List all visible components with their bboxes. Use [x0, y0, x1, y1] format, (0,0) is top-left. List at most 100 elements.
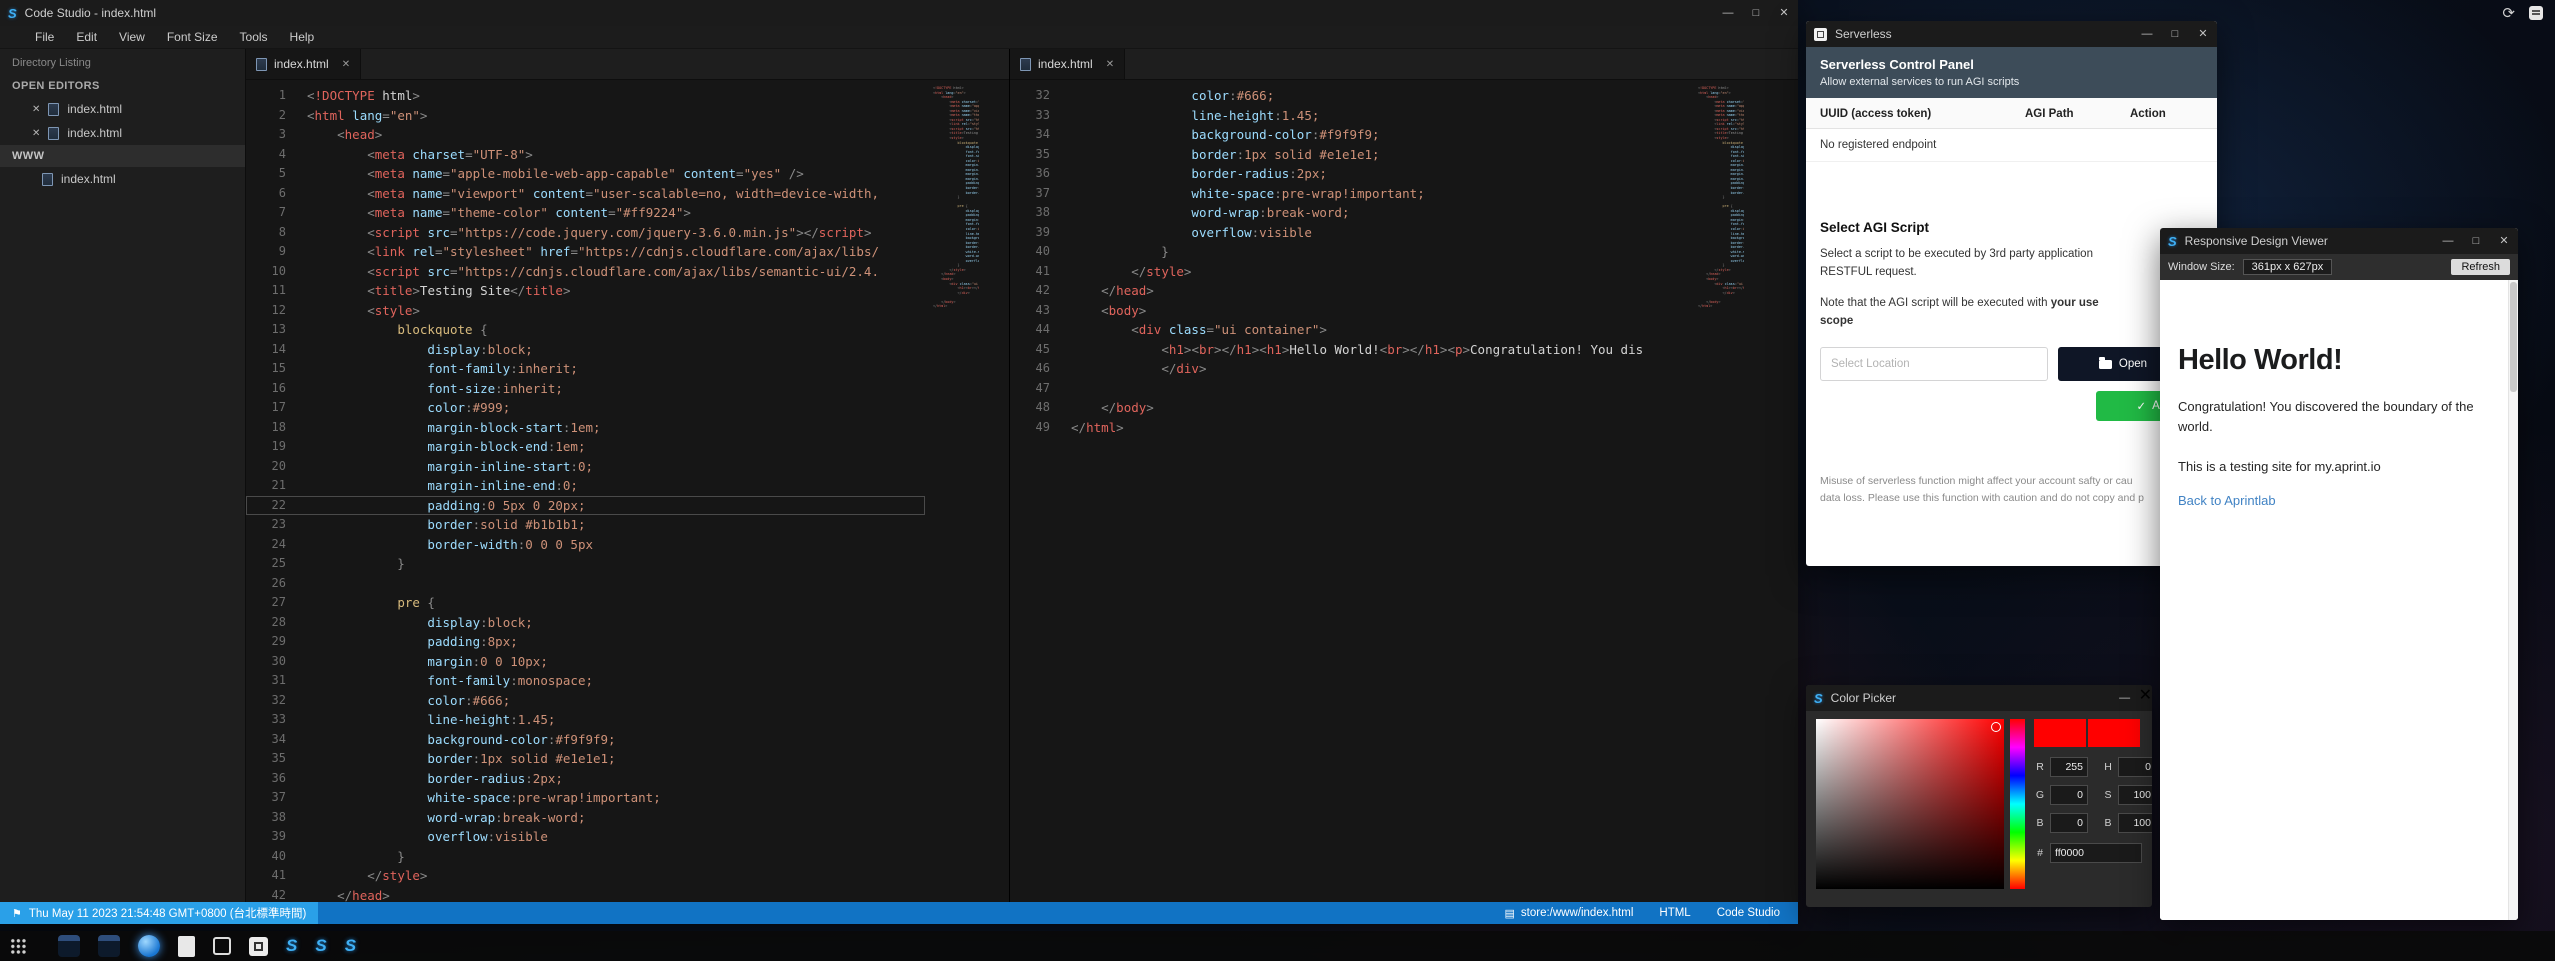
code-line[interactable]: 22 padding:0 5px 0 20px;: [246, 496, 925, 516]
menu-view[interactable]: View: [108, 26, 156, 48]
close-icon[interactable]: ✕: [2189, 21, 2217, 47]
code-line[interactable]: 38 word-wrap:break-word;: [1010, 203, 1714, 223]
minimize-icon[interactable]: —: [2111, 685, 2139, 711]
code-line[interactable]: 31 font-family:monospace;: [246, 671, 925, 691]
code-studio-icon[interactable]: S: [286, 935, 297, 957]
minimap[interactable]: <!DOCTYPE html><html lang="en"> <head> <…: [933, 86, 979, 309]
menu-file[interactable]: File: [24, 26, 65, 48]
red-input[interactable]: [2050, 757, 2088, 777]
minimize-icon[interactable]: —: [2434, 228, 2462, 254]
code-line[interactable]: 5 <meta name="apple-mobile-web-app-capab…: [246, 164, 925, 184]
code-line[interactable]: 11 <title>Testing Site</title>: [246, 281, 925, 301]
code-line[interactable]: 3 <head>: [246, 125, 925, 145]
tab-close-icon[interactable]: ✕: [1106, 59, 1114, 70]
code-line[interactable]: 27 pre {: [246, 593, 925, 613]
code-line[interactable]: 28 display:block;: [246, 613, 925, 633]
code-line[interactable]: 48 </body>: [1010, 398, 1714, 418]
minimap[interactable]: <!DOCTYPE html><html lang="en"> <head> <…: [1698, 86, 1744, 309]
code-line[interactable]: 35 border:1px solid #e1e1e1;: [1010, 145, 1714, 165]
code-line[interactable]: 39 overflow:visible: [1010, 223, 1714, 243]
sidebar-item-index.html[interactable]: ✕index.html: [0, 97, 245, 121]
minimize-icon[interactable]: —: [2133, 21, 2161, 47]
close-icon[interactable]: ✕: [1770, 0, 1798, 26]
code-line[interactable]: 12 <style>: [246, 301, 925, 321]
code-line[interactable]: 20 margin-inline-start:0;: [246, 457, 925, 477]
sidebar-item-index.html[interactable]: index.html: [0, 167, 245, 191]
green-input[interactable]: [2050, 785, 2088, 805]
viewer-titlebar[interactable]: S Responsive Design Viewer — □ ✕: [2160, 228, 2518, 254]
code-line[interactable]: 9 <link rel="stylesheet" href="https://c…: [246, 242, 925, 262]
code-line[interactable]: 40 }: [246, 847, 925, 867]
picker-titlebar[interactable]: S Color Picker — ✕: [1806, 685, 2152, 711]
status-file-path[interactable]: ▤ store:/www/index.html: [1505, 907, 1634, 920]
code-line[interactable]: 36 border-radius:2px;: [246, 769, 925, 789]
select-location-input[interactable]: [1820, 347, 2048, 381]
brightness-input[interactable]: [2118, 813, 2152, 833]
code-line[interactable]: 46 </div>: [1010, 359, 1714, 379]
browser-app-icon[interactable]: [138, 935, 160, 957]
desktop-widget-icon[interactable]: [2529, 6, 2543, 20]
terminal-app-icon[interactable]: [98, 935, 120, 957]
serverless-titlebar[interactable]: Serverless — □ ✕: [1806, 21, 2217, 47]
close-editor-icon[interactable]: ✕: [32, 104, 40, 115]
hue-input[interactable]: [2118, 757, 2152, 777]
tab-index-html[interactable]: index.html ✕: [246, 49, 361, 79]
tab-close-icon[interactable]: ✕: [342, 59, 350, 70]
code-line[interactable]: 33 line-height:1.45;: [1010, 106, 1714, 126]
menu-font-size[interactable]: Font Size: [156, 26, 229, 48]
code-line[interactable]: 7 <meta name="theme-color" content="#ff9…: [246, 203, 925, 223]
sidebar-item-index.html[interactable]: ✕index.html: [0, 121, 245, 145]
code-line[interactable]: 25 }: [246, 554, 925, 574]
code-line[interactable]: 26: [246, 574, 925, 594]
back-to-aprintlab-link[interactable]: Back to Aprintlab: [2178, 493, 2276, 508]
saturation-cursor[interactable]: [1991, 722, 2001, 732]
code-studio-icon[interactable]: S: [315, 935, 326, 957]
code-line[interactable]: 45 <h1><br></h1><h1>Hello World!<br></h1…: [1010, 340, 1714, 360]
code-line[interactable]: 21 margin-inline-end:0;: [246, 476, 925, 496]
hex-input[interactable]: [2050, 843, 2142, 863]
code-line[interactable]: 23 border:solid #b1b1b1;: [246, 515, 925, 535]
code-editor[interactable]: 32 color:#666;33 line-height:1.45;34 bac…: [1010, 80, 1798, 902]
saturation-field[interactable]: [1816, 719, 2004, 889]
code-line[interactable]: 10 <script src="https://cdnjs.cloudflare…: [246, 262, 925, 282]
blue-input[interactable]: [2050, 813, 2088, 833]
window-size-value[interactable]: 361px x 627px: [2243, 259, 2333, 275]
code-studio-icon[interactable]: S: [345, 935, 356, 957]
code-line[interactable]: 49</html>: [1010, 418, 1714, 438]
desktop-refresh-icon[interactable]: ⟳: [2502, 4, 2515, 22]
app-launcher-icon[interactable]: [10, 938, 26, 954]
code-line[interactable]: 17 color:#999;: [246, 398, 925, 418]
scrollbar[interactable]: [2508, 280, 2518, 920]
code-line[interactable]: 38 word-wrap:break-word;: [246, 808, 925, 828]
code-line[interactable]: 29 padding:8px;: [246, 632, 925, 652]
code-line[interactable]: 14 display:block;: [246, 340, 925, 360]
code-line[interactable]: 32 color:#666;: [246, 691, 925, 711]
menu-tools[interactable]: Tools: [229, 26, 279, 48]
code-editor[interactable]: 1<!DOCTYPE html>2<html lang="en">3 <head…: [246, 80, 1009, 902]
code-line[interactable]: 37 white-space:pre-wrap!important;: [1010, 184, 1714, 204]
code-line[interactable]: 47: [1010, 379, 1714, 399]
code-line[interactable]: 42 </head>: [246, 886, 925, 903]
menu-edit[interactable]: Edit: [65, 26, 108, 48]
scrollbar-thumb[interactable]: [2510, 282, 2517, 392]
code-line[interactable]: 41 </style>: [1010, 262, 1714, 282]
status-language[interactable]: HTML: [1659, 907, 1690, 919]
code-line[interactable]: 2<html lang="en">: [246, 106, 925, 126]
sidebar-section-open-editors[interactable]: OPEN EDITORS: [0, 75, 245, 97]
hue-slider[interactable]: [2010, 719, 2025, 889]
close-editor-icon[interactable]: ✕: [32, 128, 40, 139]
code-line[interactable]: 41 </style>: [246, 866, 925, 886]
code-line[interactable]: 16 font-size:inherit;: [246, 379, 925, 399]
code-line[interactable]: 43 <body>: [1010, 301, 1714, 321]
window-app-icon[interactable]: [213, 937, 231, 955]
terminal-app-icon[interactable]: [58, 935, 80, 957]
code-line[interactable]: 8 <script src="https://code.jquery.com/j…: [246, 223, 925, 243]
main-titlebar[interactable]: S Code Studio - index.html — □ ✕: [0, 0, 1798, 26]
code-line[interactable]: 30 margin:0 0 10px;: [246, 652, 925, 672]
code-line[interactable]: 39 overflow:visible: [246, 827, 925, 847]
code-line[interactable]: 4 <meta charset="UTF-8">: [246, 145, 925, 165]
maximize-icon[interactable]: □: [2161, 21, 2189, 47]
close-icon[interactable]: ✕: [2490, 228, 2518, 254]
document-app-icon[interactable]: [178, 936, 195, 957]
sidebar-section-www[interactable]: WWW: [0, 145, 245, 167]
